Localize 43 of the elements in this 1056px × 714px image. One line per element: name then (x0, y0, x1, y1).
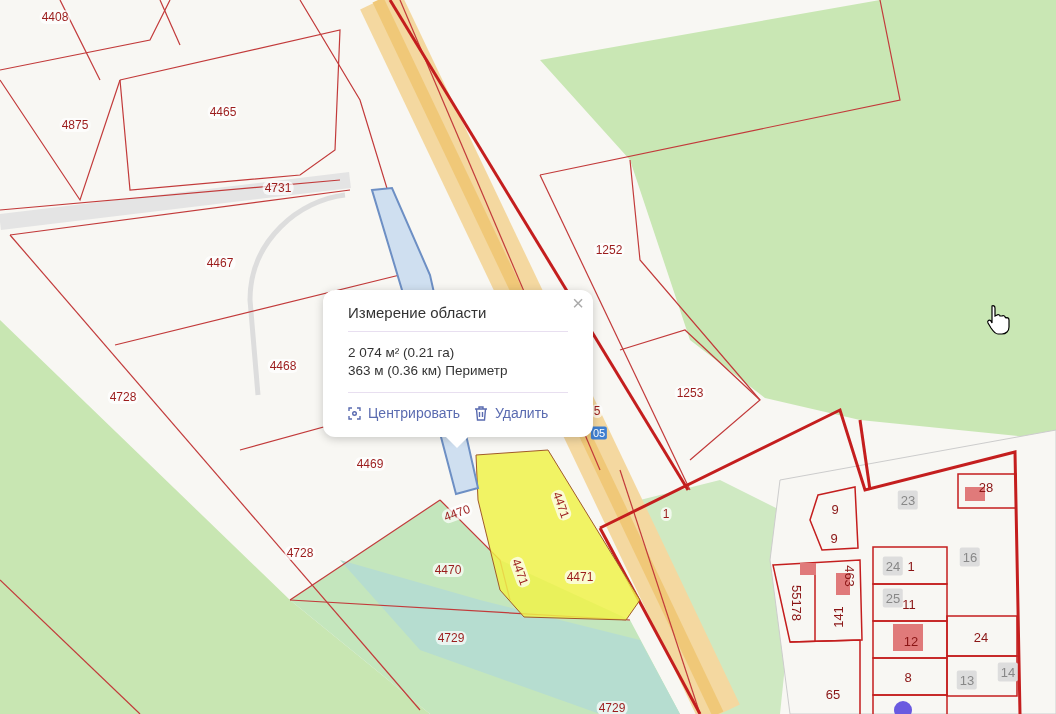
parcel-number: 4471 (564, 570, 596, 584)
parcel-number: 1252 (593, 243, 625, 257)
parcel-number: 9 (829, 530, 839, 546)
area-value: 2 074 м² (0.21 га) (348, 344, 456, 362)
parcel-number: 9 (830, 501, 840, 517)
parcel-number: 11 (901, 596, 917, 612)
parcel-number: 463 (841, 564, 857, 589)
parcel-number: 4468 (267, 359, 299, 373)
parcel-number: 4728 (107, 390, 139, 404)
building-number: 25 (882, 588, 904, 608)
parcel-number: 4465 (207, 105, 239, 119)
parcel-number: 12 (902, 633, 920, 649)
parcel-number: 28 (977, 479, 995, 495)
focus-icon (348, 406, 361, 420)
parcel-number: 8 (903, 669, 913, 685)
parcel-number: 4728 (284, 546, 316, 560)
perimeter-value: 363 м (0.36 км) Периметр (348, 362, 509, 380)
building-number: 23 (897, 490, 919, 510)
pointer-cursor-icon (987, 305, 1010, 335)
parcel-number: 55178 (788, 583, 804, 624)
center-button[interactable]: Центрировать (348, 405, 460, 421)
parcel-number: 4731 (262, 181, 294, 195)
parcel-number: 4729 (596, 701, 628, 714)
parcel-number: 141 (830, 605, 846, 630)
building-number: 14 (997, 662, 1019, 682)
trash-icon (473, 405, 488, 421)
parcel-number: 24 (972, 629, 990, 645)
parcel-number: 1 (906, 558, 916, 574)
parcel-number: 65 (824, 686, 842, 702)
building-number: 13 (956, 670, 978, 690)
parcel-number: 4467 (204, 256, 236, 270)
building-number: 24 (882, 556, 904, 576)
popup-title: Измерение области (348, 304, 568, 332)
parcel-number: 4469 (354, 457, 386, 471)
parcel-number: 4729 (435, 631, 467, 645)
building-number: 16 (959, 547, 981, 567)
delete-button[interactable]: Удалить (473, 405, 549, 421)
parcel-number: 1253 (674, 386, 706, 400)
route-number: 05 (590, 426, 608, 440)
parcel-number: 4408 (39, 10, 71, 24)
parcel-number: 1 (660, 507, 672, 521)
parcel-number: 4470 (432, 563, 464, 577)
parcel-number: 4875 (59, 118, 91, 132)
